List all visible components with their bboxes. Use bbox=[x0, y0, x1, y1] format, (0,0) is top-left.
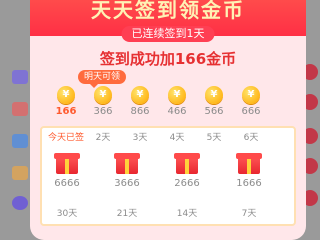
checkin-modal: 天天签到领金币 已连续签到1天 签到成功加166金币 明天可领 ¥ 166 ¥ … bbox=[30, 0, 306, 240]
gift-box-icon bbox=[54, 153, 80, 174]
coin-day-4: ¥ 466 bbox=[157, 86, 197, 117]
gift-30-days: 6666 bbox=[42, 153, 92, 189]
tomorrow-tag: 明天可领 bbox=[78, 70, 127, 88]
cart-icon bbox=[12, 70, 28, 84]
profile-icon bbox=[12, 196, 28, 210]
coin-day-2: ¥ 366 bbox=[83, 86, 123, 117]
coin-value: 666 bbox=[241, 106, 261, 117]
checkin-success-text: 签到成功加166金币 bbox=[99, 50, 237, 68]
streak-days-label: 21天 bbox=[116, 209, 138, 219]
day-label-row: 今天已签 2天 3天 4天 5天 6天 bbox=[30, 130, 306, 144]
streak-days-label: 14天 bbox=[176, 209, 198, 219]
modal-title: 天天签到领金币 bbox=[91, 0, 245, 22]
coin-value: 366 bbox=[93, 106, 113, 117]
streak-days-label: 7天 bbox=[241, 209, 257, 219]
day-label: 5天 bbox=[206, 133, 222, 143]
gift-value: 3666 bbox=[114, 178, 140, 189]
coin-value: 466 bbox=[167, 106, 187, 117]
gift-box-icon bbox=[114, 153, 140, 174]
gift-value: 6666 bbox=[54, 178, 80, 189]
coin-icon: ¥ bbox=[168, 86, 186, 104]
coin-icon: ¥ bbox=[205, 86, 223, 104]
streak-days-row: 30天 21天 14天 7天 bbox=[30, 206, 306, 220]
gift-box-icon bbox=[174, 153, 200, 174]
day-label: 4天 bbox=[169, 133, 185, 143]
coin-value: 866 bbox=[130, 106, 150, 117]
streak-days-label: 30天 bbox=[56, 209, 78, 219]
gift-box-icon bbox=[236, 153, 262, 174]
gift-21-days: 3666 bbox=[102, 153, 152, 189]
gift-14-days: 2666 bbox=[162, 153, 212, 189]
day-label: 6天 bbox=[243, 133, 259, 143]
gift-value: 2666 bbox=[174, 178, 200, 189]
coin-day-6: ¥ 666 bbox=[231, 86, 271, 117]
bag-icon bbox=[12, 102, 28, 116]
coin-icon: ¥ bbox=[57, 86, 75, 104]
coin-value: 166 bbox=[55, 106, 77, 117]
app-icon bbox=[12, 134, 28, 148]
coin-icon: ¥ bbox=[131, 86, 149, 104]
coin-day-5: ¥ 566 bbox=[194, 86, 234, 117]
coin-day-3: ¥ 866 bbox=[120, 86, 160, 117]
coin-value: 566 bbox=[204, 106, 224, 117]
coin-day-1: ¥ 166 bbox=[46, 86, 86, 117]
day-label: 今天已签 bbox=[47, 133, 84, 143]
day-label: 2天 bbox=[95, 133, 111, 143]
streak-badge: 已连续签到1天 bbox=[121, 26, 215, 42]
gift-value: 1666 bbox=[236, 178, 262, 189]
day-label: 3天 bbox=[132, 133, 148, 143]
coin-icon: ¥ bbox=[94, 86, 112, 104]
gift-7-days: 1666 bbox=[224, 153, 274, 189]
app-icon bbox=[12, 166, 28, 180]
coin-reward-row: ¥ 166 ¥ 366 ¥ 866 ¥ 466 ¥ 566 ¥ 666 bbox=[30, 86, 306, 126]
coin-icon: ¥ bbox=[242, 86, 260, 104]
